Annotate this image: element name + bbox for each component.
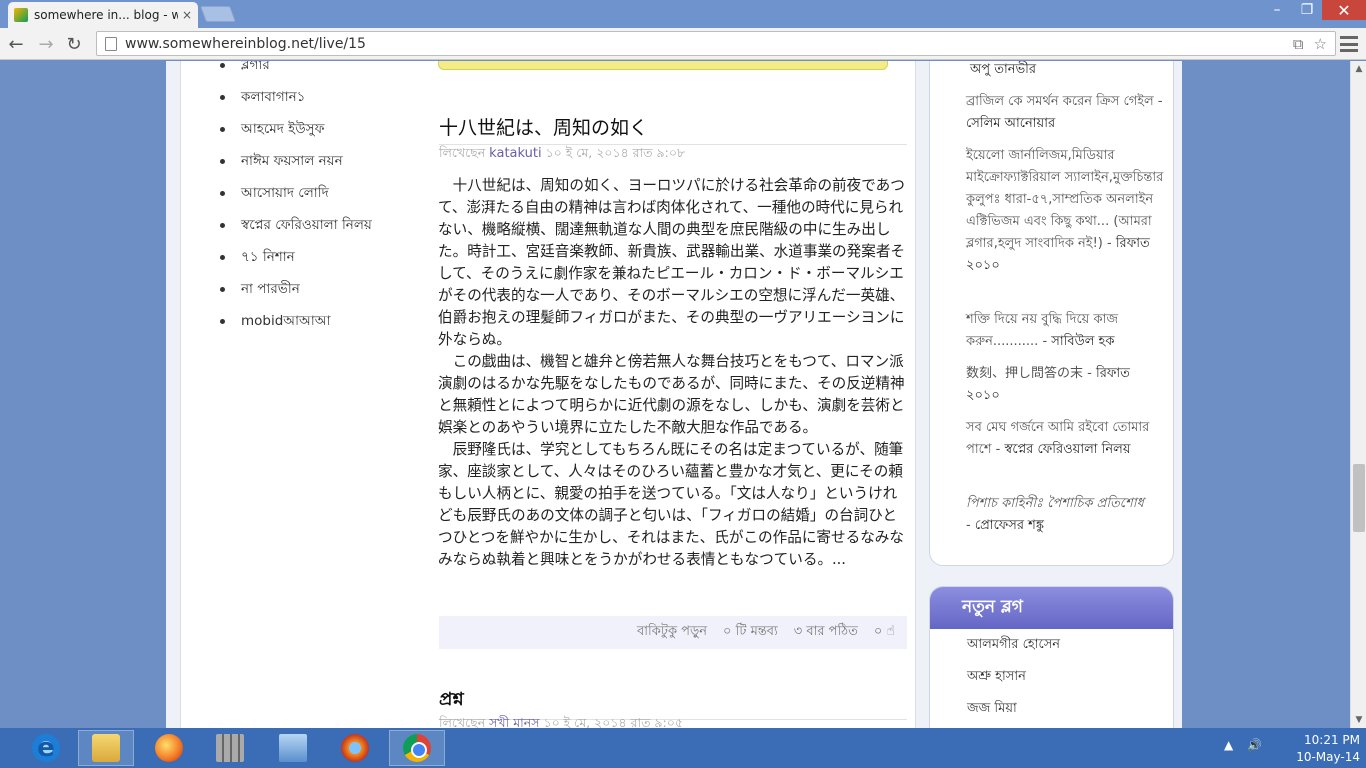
back-arrow-icon[interactable]: ← (6, 34, 26, 55)
taskbar: e (0, 728, 1366, 768)
clock-time: 10:21 PM (1304, 733, 1360, 747)
blogger-link[interactable]: স্বপ্নের ফেরিওয়ালা নিলয় (220, 209, 372, 241)
taskbar-app[interactable] (265, 730, 321, 766)
tab-title: somewhere in... blog - wo (34, 8, 178, 22)
taskbar-ie[interactable]: e (18, 730, 74, 766)
post-meta: লিখেছেন katakuti ১০ ই মে, ২০১৪ রাত ৯:০৮ (439, 145, 685, 165)
taskbar-explorer[interactable] (78, 730, 134, 766)
blogger-link[interactable]: আহমেদ ইউসুফ (220, 113, 372, 145)
recent-item: পিশাচ কাহিনীঃ পৈশাচিক প্রতিশোধ (966, 493, 1166, 515)
minimize-button[interactable]: – (1262, 0, 1292, 20)
recent-item: ইয়েলো জার্নালিজম,মিডিয়ার মাইক্রোফ্যাক্… (966, 148, 1164, 273)
new-blogs-list: আলমগীর হোসেন অশ্রু হাসান জজ মিয়া (930, 629, 1173, 725)
new-blogs-heading: নতুন ব্লগ (930, 587, 1173, 629)
recent-item-author[interactable]: প্রোফেসর শঙ্কু (975, 518, 1044, 533)
read-more-link[interactable]: বাকিটুকু পড়ুন (637, 622, 707, 643)
blogger-link[interactable]: আসোয়াদ লোদি (220, 177, 372, 209)
blogger-link[interactable]: ব্লগার (220, 61, 372, 81)
recent-item: 数刻、押し問答の末 - রিফাত ২০১০ (966, 366, 1130, 403)
notice-bar (438, 61, 888, 70)
post-paragraph: 辰野隆氏は、学究としてもちろん既にその名は定まつているが、随筆家、座談家として、… (438, 441, 904, 568)
like-button[interactable]: ০ ☝ (874, 622, 895, 643)
internet-explorer-icon: e (32, 733, 60, 763)
recent-item: সব মেঘ গর্জনে আমি রইবো তোমার পাশে - স্বপ… (966, 420, 1150, 457)
recent-item-author[interactable]: সাবিউল হক (1051, 334, 1114, 349)
bookmark-star-icon[interactable]: ☆ (1314, 35, 1327, 53)
post-title[interactable]: 十八世紀は、周知の如く (439, 113, 907, 145)
recent-item-author[interactable]: অপু তানভীর (966, 62, 1036, 77)
new-blog-link[interactable]: আলমগীর হোসেন (967, 629, 1173, 661)
vertical-scrollbar[interactable]: ▲ ▼ (1350, 61, 1366, 728)
recent-item-author[interactable]: স্বপ্নের ফেরিওয়ালা নিলয় (1004, 442, 1130, 457)
like-hand-icon: ☝ (886, 623, 895, 639)
read-count: ৩ বার পঠিত (793, 624, 858, 639)
like-count: ০ (873, 624, 883, 639)
circle-app-icon (341, 734, 369, 762)
recent-item-title[interactable]: ব্রাজিল কে সমর্থন করেন ক্রিস গেইল (966, 94, 1154, 109)
post-date: ১০ ই মে, ২০১৪ রাত ৯:০৮ (545, 145, 686, 160)
recent-item: অপু তানভীর (966, 61, 1166, 81)
maximize-button[interactable]: ❐ (1292, 0, 1322, 20)
recent-item: ব্রাজিল কে সমর্থন করেন ক্রিস গেইল - সেলি… (966, 94, 1163, 131)
reload-icon[interactable]: ↻ (64, 34, 84, 55)
blogger-link[interactable]: নাঈম ফয়সাল নয়ন (220, 145, 372, 177)
close-window-button[interactable]: ✕ (1322, 0, 1366, 20)
firefox-icon (155, 734, 183, 762)
window-app-icon (279, 734, 307, 762)
address-bar[interactable]: www.somewhereinblog.net/live/15 ⧉ ☆ (96, 31, 1336, 56)
meta-prefix: লিখেছেন (439, 145, 486, 160)
system-tray: ▲ 🔊 (1224, 738, 1262, 752)
blogger-link[interactable]: ৭১ নিশান (220, 241, 372, 273)
tab-strip: somewhere in... blog - wo × – ❐ ✕ (0, 0, 1366, 28)
taskbar-app[interactable] (327, 730, 383, 766)
page-viewport: ব্লগার কলাবাগান১ আহমেদ ইউসুফ নাঈম ফয়সাল… (0, 61, 1350, 728)
forward-arrow-icon[interactable]: → (36, 34, 56, 55)
url-text[interactable]: www.somewhereinblog.net/live/15 (125, 36, 1293, 52)
volume-icon[interactable]: 🔊 (1247, 738, 1262, 752)
post-date: ১০ ই মে, ২০১৪ রাত ৯:০৫ (543, 715, 683, 728)
new-tab-button[interactable] (200, 6, 236, 22)
page-icon (105, 36, 117, 51)
post-paragraph: 十八世紀は、周知の如く、ヨーロツパに於ける社会革命の前夜であつて、澎湃たる自由の… (438, 177, 906, 348)
recent-item-title[interactable]: 数刻、押し問答の末 (966, 366, 1083, 381)
taskbar-app[interactable] (202, 730, 258, 766)
tray-arrow-icon[interactable]: ▲ (1224, 738, 1233, 752)
post-footer: বাকিটুকু পড়ুন ০ টি মন্তব্য ৩ বার পঠিত ০… (439, 616, 907, 649)
site-favicon-icon (14, 8, 28, 22)
meta-prefix: লিখেছেন (439, 715, 486, 728)
folder-icon (92, 734, 120, 762)
scroll-down-arrow-icon[interactable]: ▼ (1351, 712, 1366, 728)
recent-item: - প্রোফেসর শঙ্কু (966, 518, 1044, 533)
post-meta: লিখেছেন সখী মানস ১০ ই মে, ২০১৪ রাত ৯:০৫ (439, 715, 683, 728)
scrollbar-thumb[interactable] (1353, 464, 1365, 532)
recent-item-author[interactable]: সেলিম আনোয়ার (966, 116, 1055, 131)
taskbar-chrome[interactable] (389, 730, 445, 766)
post-body: 十八世紀は、周知の如く、ヨーロツパに於ける社会革命の前夜であつて、澎湃たる自由の… (438, 175, 908, 571)
browser-toolbar: ← → ↻ www.somewhereinblog.net/live/15 ⧉ … (0, 28, 1366, 60)
tab-close-icon[interactable]: × (182, 8, 192, 22)
taskbar-firefox[interactable] (141, 730, 197, 766)
chrome-menu-icon[interactable] (1340, 36, 1358, 52)
post-author-link[interactable]: katakuti (489, 146, 541, 161)
blogger-list: ব্লগার কলাবাগান১ আহমেদ ইউসুফ নাঈম ফয়সাল… (220, 61, 372, 337)
blogger-link[interactable]: না পারভীন (220, 273, 372, 305)
recent-item: শক্তি দিয়ে নয় বুদ্ধি দিয়ে কাজ করুন...… (966, 312, 1118, 349)
new-blog-link[interactable]: অশ্রু হাসান (967, 661, 1173, 693)
recent-item-title[interactable]: পিশাচ কাহিনীঃ পৈশাচিক প্রতিশোধ (966, 496, 1144, 511)
clock-date: 10-May-14 (1296, 750, 1360, 764)
grid-app-icon (216, 734, 244, 762)
browser-tab[interactable]: somewhere in... blog - wo × (8, 2, 198, 28)
post-author-link[interactable]: সখী মানস (489, 715, 539, 728)
scroll-up-arrow-icon[interactable]: ▲ (1351, 61, 1366, 77)
post-paragraph: この戯曲は、機智と雄弁と傍若無人な舞台技巧とをもつて、ロマン派演劇のはるかな先駆… (438, 353, 905, 436)
blogger-link[interactable]: mobidআআআ (220, 305, 372, 337)
chrome-icon (403, 734, 431, 762)
blogger-link[interactable]: কলাবাগান১ (220, 81, 372, 113)
taskbar-clock[interactable]: 10:21 PM 10-May-14 (1276, 732, 1360, 766)
comment-count-link[interactable]: ০ টি মন্তব্য (723, 622, 778, 643)
new-blog-link[interactable]: জজ মিয়া (967, 693, 1173, 725)
new-blogs-box: নতুন ব্লগ আলমগীর হোসেন অশ্রু হাসান জজ মি… (929, 586, 1174, 728)
translate-icon[interactable]: ⧉ (1293, 35, 1304, 53)
